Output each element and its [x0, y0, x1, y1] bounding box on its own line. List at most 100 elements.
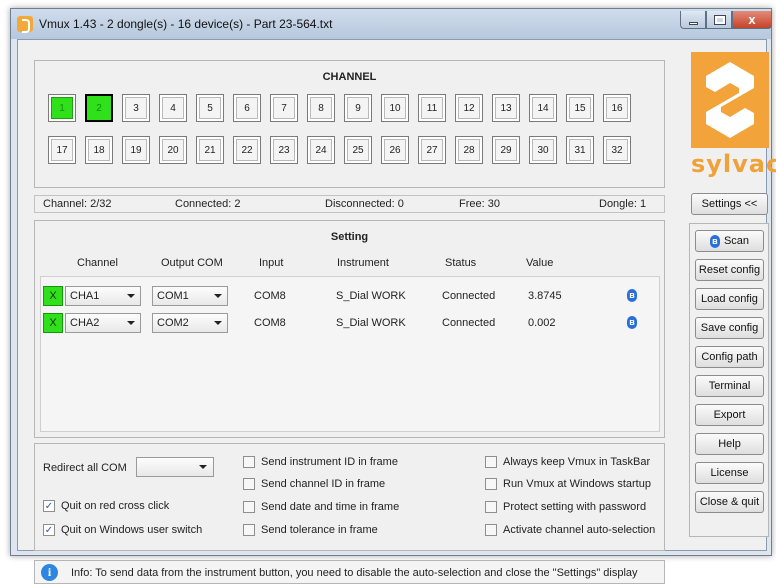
chevron-down-icon	[127, 294, 135, 298]
chevron-down-icon	[214, 321, 222, 325]
channel-button-6[interactable]: 6	[233, 94, 261, 122]
channel-toggle-button[interactable]: X	[43, 313, 63, 333]
channel-button-27[interactable]: 27	[418, 136, 446, 164]
config-path-button[interactable]: Config path	[695, 346, 764, 368]
terminal-button[interactable]: Terminal	[695, 375, 764, 397]
checkbox[interactable]	[485, 524, 497, 536]
chevron-down-icon	[127, 321, 135, 325]
channel-button-19[interactable]: 19	[122, 136, 150, 164]
maximize-button[interactable]	[706, 11, 732, 29]
output-com-select[interactable]: COM1	[152, 286, 228, 306]
channel-button-22[interactable]: 22	[233, 136, 261, 164]
channel-button-10[interactable]: 10	[381, 94, 409, 122]
send-channel-id-option[interactable]: Send channel ID in frame	[243, 478, 385, 490]
close-icon: x	[748, 12, 756, 27]
measure-value: 3.8745	[528, 290, 562, 302]
auto-selection-option[interactable]: Activate channel auto-selection	[485, 524, 655, 536]
channel-select-value: CHA1	[70, 290, 100, 302]
channel-button-11[interactable]: 11	[418, 94, 446, 122]
channel-toggle-button[interactable]: X	[43, 286, 63, 306]
license-button[interactable]: License	[695, 462, 764, 484]
output-com-select[interactable]: COM2	[152, 313, 228, 333]
maximize-icon	[714, 15, 726, 25]
channel-button-15[interactable]: 15	[566, 94, 594, 122]
send-tolerance-option[interactable]: Send tolerance in frame	[243, 524, 378, 536]
option-label: Send instrument ID in frame	[261, 456, 398, 468]
channel-button-2[interactable]: 2	[85, 94, 113, 122]
option-label: Protect setting with password	[503, 501, 647, 513]
header-channel: Channel	[77, 257, 118, 269]
measure-value: 0.002	[528, 317, 556, 329]
checkbox[interactable]	[485, 501, 497, 513]
checkbox[interactable]	[243, 501, 255, 513]
app-window: Vmux 1.43 - 2 dongle(s) - 16 device(s) -…	[10, 8, 776, 584]
channel-button-3[interactable]: 3	[122, 94, 150, 122]
channel-button-17[interactable]: 17	[48, 136, 76, 164]
option-label: Send date and time in frame	[261, 501, 400, 513]
input-value: COM8	[254, 290, 286, 302]
export-button[interactable]: Export	[695, 404, 764, 426]
channel-select[interactable]: CHA1	[65, 286, 141, 306]
channel-button-32[interactable]: 32	[603, 136, 631, 164]
checkbox[interactable]	[243, 478, 255, 490]
load-config-button[interactable]: Load config	[695, 288, 764, 310]
channel-panel: CHANNEL 1 2 3 4 5 6 7 8 9 10 11 12 13 14 15 16 17 18 19 20…	[34, 60, 665, 188]
channel-button-30[interactable]: 30	[529, 136, 557, 164]
checkbox[interactable]	[485, 478, 497, 490]
close-quit-button[interactable]: Close & quit	[695, 491, 764, 513]
channel-button-5[interactable]: 5	[196, 94, 224, 122]
run-startup-option[interactable]: Run Vmux at Windows startup	[485, 478, 651, 490]
bluetooth-icon: ʙ	[709, 234, 720, 248]
settings-toggle-button[interactable]: Settings <<	[691, 193, 768, 215]
checkbox-checked[interactable]: ✓	[43, 524, 55, 536]
header-output-com: Output COM	[161, 257, 223, 269]
channel-button-7[interactable]: 7	[270, 94, 298, 122]
channel-button-24[interactable]: 24	[307, 136, 335, 164]
chevron-down-icon	[214, 294, 222, 298]
channel-button-13[interactable]: 13	[492, 94, 520, 122]
keep-taskbar-option[interactable]: Always keep Vmux in TaskBar	[485, 456, 650, 468]
channel-button-20[interactable]: 20	[159, 136, 187, 164]
scan-button[interactable]: ʙ Scan	[695, 230, 764, 252]
channel-button-16[interactable]: 16	[603, 94, 631, 122]
redirect-com-select[interactable]	[136, 457, 214, 477]
channel-button-26[interactable]: 26	[381, 136, 409, 164]
status-free: Free: 30	[459, 198, 500, 210]
channel-button-1[interactable]: 1	[48, 94, 76, 122]
send-instrument-id-option[interactable]: Send instrument ID in frame	[243, 456, 398, 468]
channel-button-12[interactable]: 12	[455, 94, 483, 122]
save-config-button[interactable]: Save config	[695, 317, 764, 339]
info-bar: i Info: To send data from the instrument…	[34, 560, 665, 584]
protect-password-option[interactable]: Protect setting with password	[485, 501, 646, 513]
channel-button-28[interactable]: 28	[455, 136, 483, 164]
setting-panel-title: Setting	[330, 231, 369, 243]
checkbox[interactable]	[243, 524, 255, 536]
title-bar[interactable]: Vmux 1.43 - 2 dongle(s) - 16 device(s) -…	[11, 9, 772, 39]
help-button[interactable]: Help	[695, 433, 764, 455]
close-window-button[interactable]: x	[732, 11, 772, 29]
quit-red-cross-option[interactable]: ✓ Quit on red cross click	[43, 500, 169, 512]
channel-button-21[interactable]: 21	[196, 136, 224, 164]
channel-button-31[interactable]: 31	[566, 136, 594, 164]
channel-button-9[interactable]: 9	[344, 94, 372, 122]
channel-row-1: 1 2 3 4 5 6 7 8 9 10 11 12 13 14 15 16	[48, 94, 631, 122]
app-icon	[17, 16, 33, 33]
checkbox[interactable]	[243, 456, 255, 468]
reset-config-button[interactable]: Reset config	[695, 259, 764, 281]
channel-button-14[interactable]: 14	[529, 94, 557, 122]
checkbox[interactable]	[485, 456, 497, 468]
channel-button-18[interactable]: 18	[85, 136, 113, 164]
checkbox-checked[interactable]: ✓	[43, 500, 55, 512]
quit-user-switch-option[interactable]: ✓ Quit on Windows user switch	[43, 524, 202, 536]
channel-button-29[interactable]: 29	[492, 136, 520, 164]
channel-button-25[interactable]: 25	[344, 136, 372, 164]
option-label: Quit on red cross click	[61, 500, 170, 512]
channel-button-8[interactable]: 8	[307, 94, 335, 122]
option-label: Send channel ID in frame	[261, 478, 386, 490]
channel-button-4[interactable]: 4	[159, 94, 187, 122]
channel-select[interactable]: CHA2	[65, 313, 141, 333]
channel-button-23[interactable]: 23	[270, 136, 298, 164]
send-date-time-option[interactable]: Send date and time in frame	[243, 501, 399, 513]
minimize-button[interactable]	[680, 11, 706, 29]
options-panel: Redirect all COM ✓ Quit on red cross clic…	[34, 443, 665, 551]
